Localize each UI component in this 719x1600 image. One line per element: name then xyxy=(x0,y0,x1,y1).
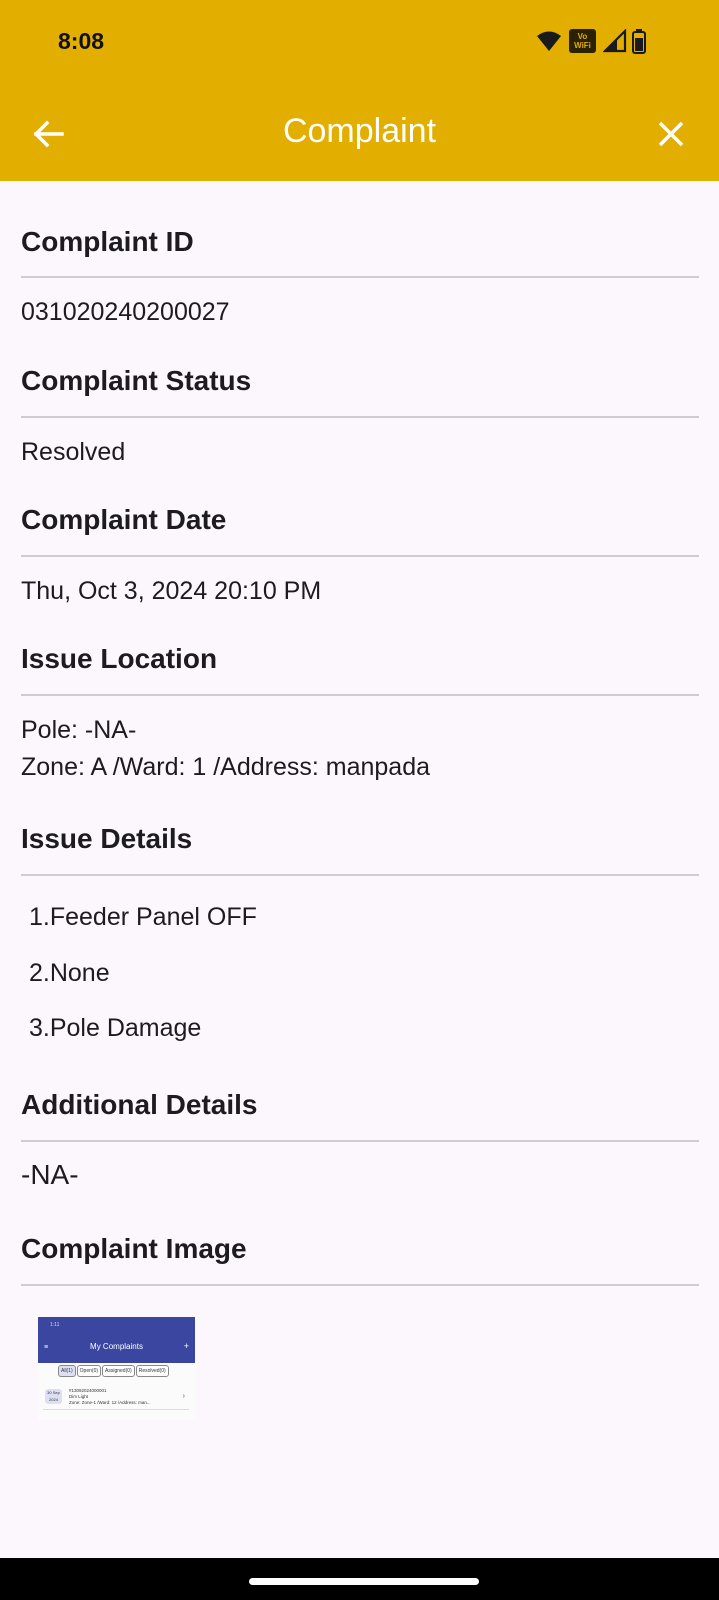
section-additional-details: Additional Details -NA- xyxy=(21,1089,699,1190)
thumbnail-row-text: #13092024000001 Dim Light Zone: Zone-1 /… xyxy=(69,1388,151,1406)
complaint-status-value: Resolved xyxy=(21,438,126,466)
thumbnail-title: My Complaints xyxy=(90,1342,143,1351)
complaint-image-thumbnail[interactable]: 1:11 ≡ My Complaints + All(1) Open(0) As… xyxy=(38,1317,195,1420)
section-complaint-id: Complaint ID 031020240200027 xyxy=(21,226,699,326)
vowifi-top-label: Vo xyxy=(577,32,588,41)
divider xyxy=(21,276,699,278)
section-issue-location: Issue Location Pole: -NA- Zone: A /Ward:… xyxy=(21,643,699,781)
thumbnail-list-item: 30 Sep 2024 #13092024000001 Dim Light Zo… xyxy=(43,1387,189,1410)
complaint-date-value: Thu, Oct 3, 2024 20:10 PM xyxy=(21,577,322,605)
issue-detail-item: 3.Pole Damage xyxy=(29,1014,202,1042)
divider xyxy=(21,416,699,418)
complaint-image-heading: Complaint Image xyxy=(21,1233,247,1264)
issue-location-pole: Pole: -NA- xyxy=(21,716,137,744)
signal-icon xyxy=(603,29,627,53)
app-bar: Complaint xyxy=(0,84,719,181)
thumbnail-row-address: Zone: Zone-1 /Ward: 12 /Address: man... xyxy=(69,1400,151,1405)
complaint-date-heading: Complaint Date xyxy=(21,504,227,535)
additional-details-heading: Additional Details xyxy=(21,1089,258,1120)
complaint-status-heading: Complaint Status xyxy=(21,365,252,396)
thumbnail-date-badge: 30 Sep 2024 xyxy=(45,1389,62,1404)
issue-location-heading: Issue Location xyxy=(21,643,218,674)
thumbnail-tab: Assigned(0) xyxy=(102,1365,135,1377)
section-issue-details: Issue Details 1.Feeder Panel OFF 2.None … xyxy=(21,823,699,1042)
divider xyxy=(21,555,699,557)
chevron-right-icon: › xyxy=(182,1393,185,1400)
additional-details-value: -NA- xyxy=(21,1159,79,1190)
wifi-icon xyxy=(537,31,561,51)
divider xyxy=(21,1140,699,1142)
home-gesture-bar[interactable] xyxy=(249,1578,479,1585)
add-icon: + xyxy=(183,1341,189,1351)
issue-detail-item: 2.None xyxy=(29,959,110,987)
section-complaint-date: Complaint Date Thu, Oct 3, 2024 20:10 PM xyxy=(21,504,699,605)
status-time: 8:08 xyxy=(58,28,105,54)
status-icons: Vo WiFi xyxy=(536,26,647,56)
thumbnail-tab: Resolved(0) xyxy=(135,1365,169,1377)
section-complaint-image: Complaint Image xyxy=(21,1233,699,1286)
vowifi-icon: Vo WiFi xyxy=(569,29,596,53)
page-title: Complaint xyxy=(282,112,437,150)
thumbnail-tabs: All(1) Open(0) Assigned(0) Resolved(0) xyxy=(58,1365,169,1377)
issue-detail-item: 1.Feeder Panel OFF xyxy=(29,903,257,931)
divider xyxy=(21,694,699,696)
issue-location-address: Zone: A /Ward: 1 /Address: manpada xyxy=(21,753,431,781)
issue-details-heading: Issue Details xyxy=(21,823,193,854)
divider xyxy=(21,1284,699,1286)
status-bar: 8:08 Vo WiFi xyxy=(0,0,719,84)
complaint-id-value: 031020240200027 xyxy=(21,298,230,326)
thumbnail-app-bar: 1:11 ≡ My Complaints + xyxy=(38,1317,195,1363)
thumbnail-status-time: 1:11 xyxy=(50,1322,60,1328)
thumbnail-tab: All(1) xyxy=(58,1365,76,1377)
close-icon[interactable] xyxy=(651,114,691,154)
vowifi-bottom-label: WiFi xyxy=(574,41,591,50)
divider xyxy=(21,874,699,876)
section-complaint-status: Complaint Status Resolved xyxy=(21,365,699,466)
complaint-id-heading: Complaint ID xyxy=(21,226,194,257)
thumbnail-tab: Open(0) xyxy=(76,1365,102,1377)
battery-icon xyxy=(632,29,646,54)
